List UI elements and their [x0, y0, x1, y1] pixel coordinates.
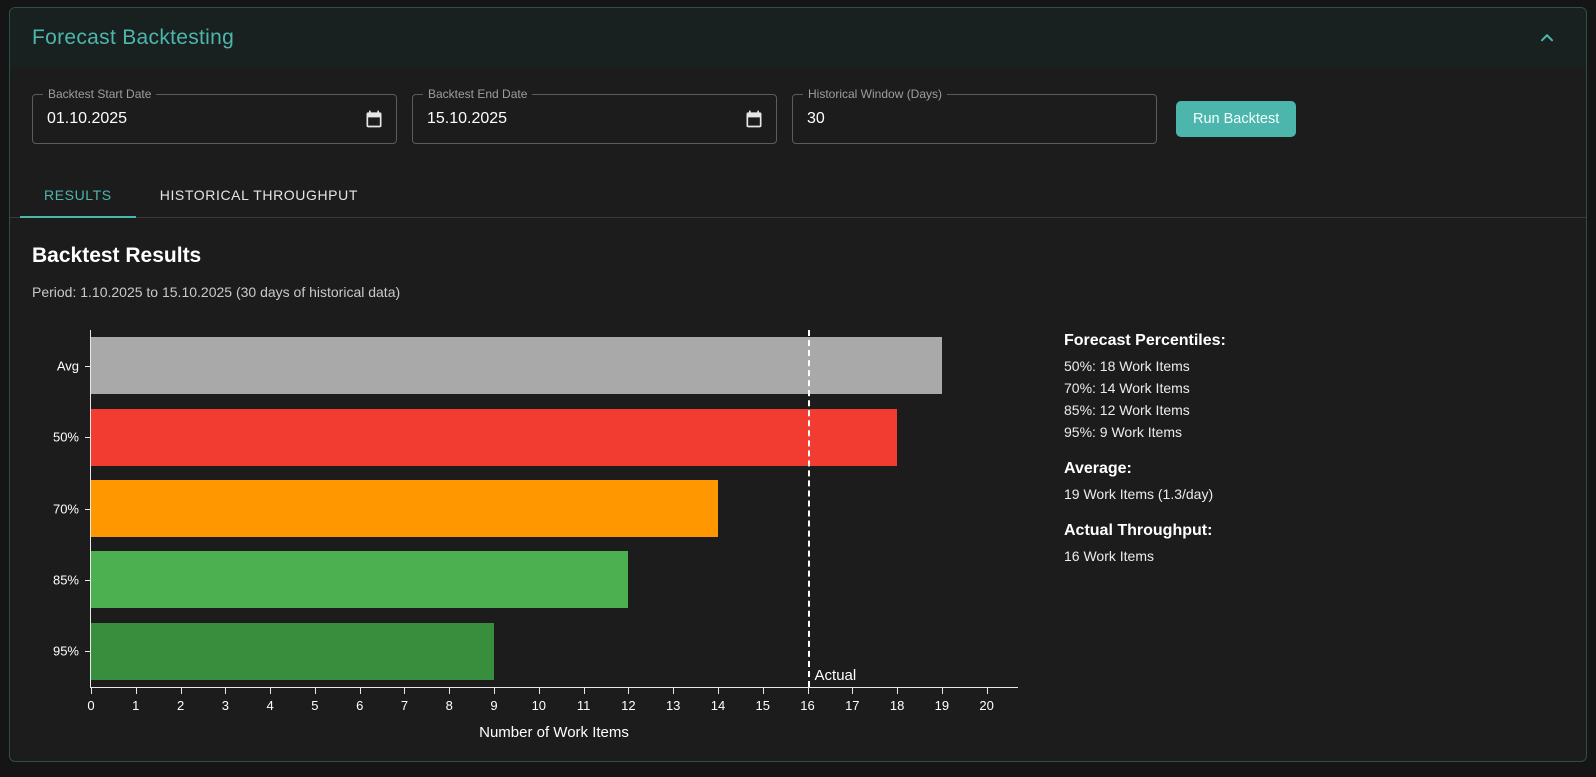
panel-header: Forecast Backtesting: [10, 8, 1586, 68]
y-tick: [85, 437, 91, 439]
historical-window-label: Historical Window (Days): [803, 87, 948, 101]
percentile-50: 50%: 18 Work Items: [1064, 358, 1190, 374]
actual-line-label: Actual: [814, 667, 857, 684]
x-tick-label: 8: [445, 698, 453, 713]
percentiles-title: Forecast Percentiles:: [1064, 332, 1226, 349]
x-tick: [180, 688, 182, 694]
bar-95pct: [91, 622, 495, 680]
x-tick-label: 7: [400, 698, 409, 713]
x-tick-label: 16: [800, 698, 815, 713]
bar-avg: [91, 337, 942, 395]
x-tick-label: 20: [979, 698, 994, 713]
end-date-field[interactable]: Backtest End Date: [412, 87, 777, 144]
results-content: Backtest Results Period: 1.10.2025 to 15…: [10, 218, 1586, 761]
collapse-button[interactable]: [1530, 21, 1564, 55]
start-date-label: Backtest Start Date: [43, 87, 157, 101]
results-period: Period: 1.10.2025 to 15.10.2025 (30 days…: [32, 284, 401, 300]
x-tick-label: 15: [755, 698, 770, 713]
historical-window-field[interactable]: Historical Window (Days): [792, 87, 1157, 144]
bar-85pct: [91, 551, 629, 609]
x-tick-label: 0: [87, 698, 95, 713]
start-date-calendar-icon[interactable]: [364, 109, 384, 129]
x-tick: [807, 688, 809, 694]
y-tick-label: 85%: [52, 572, 79, 588]
bar-50pct: [91, 408, 898, 466]
tabs: RESULTS HISTORICAL THROUGHPUT: [10, 172, 1586, 218]
end-date-input[interactable]: [413, 95, 776, 143]
x-tick-label: 4: [266, 698, 274, 713]
y-tick-label: 95%: [52, 643, 79, 659]
x-tick: [538, 688, 540, 694]
x-tick: [135, 688, 137, 694]
x-tick-label: 18: [889, 698, 905, 713]
bar-70pct: [91, 479, 718, 538]
y-tick-label: 50%: [52, 429, 79, 445]
x-tick: [270, 688, 272, 694]
y-tick-label: 70%: [52, 501, 79, 516]
forecast-summary: Forecast Percentiles: 50%: 18 Work Items…: [1064, 330, 1226, 570]
chart-row: Avg 50% 70% 85% 95% 0 1 2 3 4 5 6 7 8 9 10 11 12 13 14 15 16 1…: [32, 330, 1564, 741]
start-date-field[interactable]: Backtest Start Date: [32, 87, 397, 144]
x-tick-label: 14: [710, 698, 726, 713]
end-date-label: Backtest End Date: [423, 87, 533, 101]
x-tick: [941, 688, 943, 694]
bar-chart: Avg 50% 70% 85% 95% 0 1 2 3 4 5 6 7 8 9 10 11 12 13 14 15 16 1…: [32, 330, 1018, 741]
y-tick: [85, 651, 91, 653]
x-axis-label: Number of Work Items: [479, 724, 629, 741]
x-tick: [717, 688, 719, 694]
y-tick-label: Avg: [56, 358, 79, 374]
average-title: Average:: [1064, 460, 1132, 477]
actual-throughput-line: [807, 330, 810, 687]
x-tick: [225, 688, 227, 694]
x-tick: [404, 688, 406, 694]
x-tick: [986, 688, 988, 694]
actual-throughput-title: Actual Throughput:: [1064, 522, 1213, 539]
y-tick: [85, 365, 91, 367]
plot-area: Avg 50% 70% 85% 95% 0 1 2 3 4 5 6 7 8 9 10 11 12 13 14 15 16 1…: [53, 330, 1018, 713]
actual-throughput-value: 16 Work Items: [1064, 548, 1154, 564]
x-tick: [762, 688, 764, 694]
x-tick: [897, 688, 899, 694]
x-tick-label: 19: [934, 698, 950, 713]
x-tick-label: 5: [311, 698, 319, 713]
chevron-up-icon: [1536, 27, 1558, 49]
historical-window-input[interactable]: [793, 95, 1156, 143]
forecast-backtesting-panel: Forecast Backtesting Backtest Start Date…: [9, 7, 1587, 762]
x-tick: [359, 688, 361, 694]
x-tick: [314, 688, 316, 694]
x-tick-label: 2: [176, 698, 185, 713]
x-tick: [583, 688, 585, 694]
backtest-form: Backtest Start Date Backtest End Date Hi…: [10, 68, 1586, 154]
percentile-95: 95%: 9 Work Items: [1064, 424, 1183, 440]
percentile-85: 85%: 12 Work Items: [1064, 402, 1190, 418]
run-backtest-button[interactable]: Run Backtest: [1176, 101, 1297, 137]
results-title: Backtest Results: [32, 244, 202, 267]
tab-results[interactable]: RESULTS: [20, 172, 136, 218]
y-tick: [85, 579, 91, 581]
x-tick: [91, 688, 92, 694]
x-tick: [628, 688, 630, 694]
y-tick: [85, 508, 91, 510]
x-tick: [673, 688, 675, 694]
x-tick: [852, 688, 854, 694]
average-value: 19 Work Items (1.3/day): [1064, 486, 1214, 502]
x-tick: [494, 688, 496, 694]
x-tick-label: 6: [356, 698, 364, 713]
panel-title: Forecast Backtesting: [32, 26, 235, 49]
end-date-calendar-icon[interactable]: [744, 109, 764, 129]
x-tick-label: 17: [845, 698, 860, 713]
tab-historical-throughput[interactable]: HISTORICAL THROUGHPUT: [136, 172, 382, 218]
start-date-input[interactable]: [33, 95, 396, 143]
x-tick-label: 11: [576, 698, 591, 713]
x-tick-label: 13: [665, 698, 681, 713]
x-tick-label: 10: [531, 698, 547, 713]
x-tick-label: 9: [490, 698, 498, 713]
x-tick-label: 1: [132, 698, 140, 713]
x-tick-label: 3: [221, 698, 229, 713]
x-tick-label: 12: [621, 698, 636, 713]
percentile-70: 70%: 14 Work Items: [1064, 380, 1190, 396]
x-tick: [449, 688, 451, 694]
